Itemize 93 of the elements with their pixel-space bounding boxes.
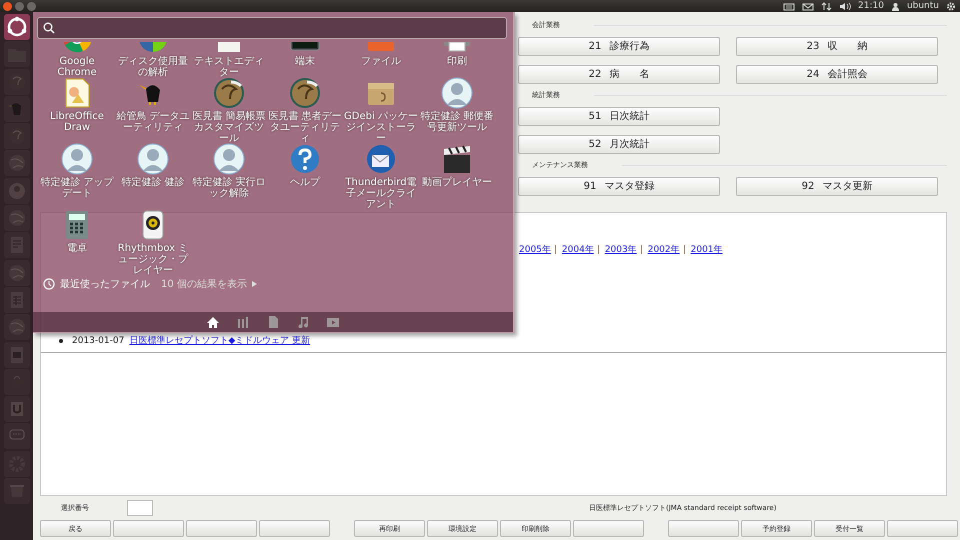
menu-button[interactable]: 51 日次統計	[518, 106, 720, 126]
folder-icon	[365, 42, 397, 54]
app-launcher-item[interactable]: 端末	[267, 41, 343, 75]
menu-button[interactable]: 24 会計照会	[736, 64, 938, 84]
app-launcher-item[interactable]: Google Chrome	[39, 41, 115, 75]
document-icon[interactable]	[4, 232, 30, 258]
person-emblem-icon	[61, 143, 93, 175]
store-icon[interactable]	[4, 396, 30, 422]
year-link[interactable]: 2004年	[562, 243, 594, 256]
search-icon[interactable]	[43, 22, 55, 34]
minimize-icon[interactable]	[15, 2, 24, 10]
user-icon[interactable]	[890, 2, 900, 10]
news-date: 2013-01-07	[72, 336, 124, 346]
menu-button[interactable]: 21 診療行為	[518, 36, 720, 56]
globe-icon[interactable]	[4, 205, 30, 232]
year-link[interactable]: 2003年	[604, 243, 637, 256]
search-field[interactable]	[37, 17, 507, 39]
news-link[interactable]: 日医標準レセプトソフト◆ミドルウェア 更新	[129, 334, 310, 347]
video-icon[interactable]	[327, 316, 339, 328]
globe-icon[interactable]	[4, 314, 30, 340]
year-link[interactable]: 2005年	[519, 243, 551, 256]
app-launcher-item[interactable]: ファイル	[343, 41, 419, 75]
app-launcher-item[interactable]: Rhythmbox ミュージック・プレイヤー	[115, 209, 191, 273]
function-key-button[interactable]	[573, 520, 644, 537]
presentation-icon[interactable]	[4, 342, 30, 368]
printer-icon	[441, 42, 473, 54]
clock-icon	[43, 278, 55, 290]
gecko-emblem-icon	[289, 77, 321, 109]
expand-triangle-icon[interactable]	[252, 281, 257, 287]
globe-icon[interactable]	[4, 150, 30, 176]
app-launcher-item[interactable]: ヘルプ	[267, 143, 343, 207]
app-launcher-item[interactable]: Thunderbird電子メールクライアント	[343, 143, 419, 207]
person-emblem-icon[interactable]	[4, 178, 30, 204]
person-emblem-icon	[441, 77, 473, 109]
network-icon[interactable]	[821, 2, 832, 10]
home-icon[interactable]	[207, 316, 219, 328]
music-note-icon[interactable]	[297, 316, 309, 328]
browser-icon	[61, 42, 93, 54]
app-launcher-item[interactable]: 医見書 患者データユーティリティ	[267, 77, 343, 141]
settings-icon[interactable]	[946, 2, 956, 10]
help-icon	[289, 143, 321, 175]
gecko-emblem-icon[interactable]	[4, 123, 30, 150]
function-key-button[interactable]	[887, 520, 958, 537]
mail-icon[interactable]	[802, 2, 814, 10]
close-icon[interactable]	[3, 2, 12, 10]
app-launcher-item[interactable]: ディスク使用量の解析	[115, 41, 191, 75]
menu-button[interactable]: 22 病 名	[518, 64, 720, 84]
function-key-button[interactable]	[259, 520, 330, 537]
app-launcher-item[interactable]: 給管鳥 データユーティリティ	[115, 77, 191, 141]
app-launcher-item[interactable]: テキストエディター	[191, 41, 267, 75]
pie-chart-icon	[137, 42, 169, 54]
app-launcher-item[interactable]: 電卓	[39, 209, 115, 273]
app-launcher-item[interactable]: GDebi パッケージインストーラー	[343, 77, 419, 141]
applications-icon[interactable]	[237, 316, 249, 328]
app-launcher-item[interactable]: 医見書 簡易帳票カスタマイズツール	[191, 77, 267, 141]
ubuntu-logo-icon[interactable]	[4, 14, 30, 40]
person-emblem-icon	[137, 143, 169, 175]
app-launcher-item[interactable]: 特定健診 健診	[115, 143, 191, 207]
menu-button[interactable]: 92 マスタ更新	[736, 176, 938, 196]
bullet-icon	[59, 338, 63, 342]
file-icon[interactable]	[267, 316, 279, 328]
volume-icon[interactable]	[839, 2, 851, 10]
menu-button[interactable]: 91 マスタ登録	[518, 176, 720, 196]
globe-icon[interactable]	[4, 260, 30, 286]
year-link[interactable]: 2002年	[648, 243, 680, 256]
app-launcher-item[interactable]: 動画プレイヤー	[419, 143, 495, 207]
app-launcher-item[interactable]: 印刷	[419, 41, 495, 75]
shopping-bag-icon[interactable]	[4, 368, 30, 395]
clapperboard-icon	[441, 143, 473, 175]
menu-button[interactable]: 23 収 納	[736, 36, 938, 56]
keyboard-icon[interactable]	[783, 2, 795, 10]
function-key-button[interactable]	[186, 520, 257, 537]
trash-icon[interactable]	[4, 478, 30, 504]
function-key-button[interactable]	[668, 520, 739, 537]
clock-text[interactable]: 21:10	[858, 0, 884, 12]
year-link[interactable]: 2001年	[690, 243, 723, 256]
user-name[interactable]: ubuntu	[906, 0, 939, 12]
function-key-button[interactable]	[113, 520, 184, 537]
maximize-icon[interactable]	[27, 2, 36, 10]
app-launcher-item[interactable]: 特定健診 実行ロック解除	[191, 143, 267, 207]
select-number-field[interactable]	[127, 500, 153, 516]
app-launcher-item[interactable]: LibreOffice Draw	[39, 77, 115, 141]
workspaces-icon[interactable]	[4, 423, 30, 450]
mail-bird-icon	[365, 143, 397, 175]
gecko-emblem-icon[interactable]	[4, 68, 30, 95]
bird-icon[interactable]	[4, 96, 30, 122]
spreadsheet-icon[interactable]	[4, 286, 30, 313]
menu-button[interactable]: 52 月次統計	[518, 134, 720, 154]
person-emblem-icon	[213, 143, 245, 175]
app-launcher-item[interactable]: 特定健診 郵便番号更新ツール	[419, 77, 495, 141]
gecko-emblem-icon	[213, 77, 245, 109]
category-title: 最近使ったファイル	[60, 278, 150, 291]
app-launcher-item[interactable]: 特定健診 アップデート	[39, 143, 115, 207]
